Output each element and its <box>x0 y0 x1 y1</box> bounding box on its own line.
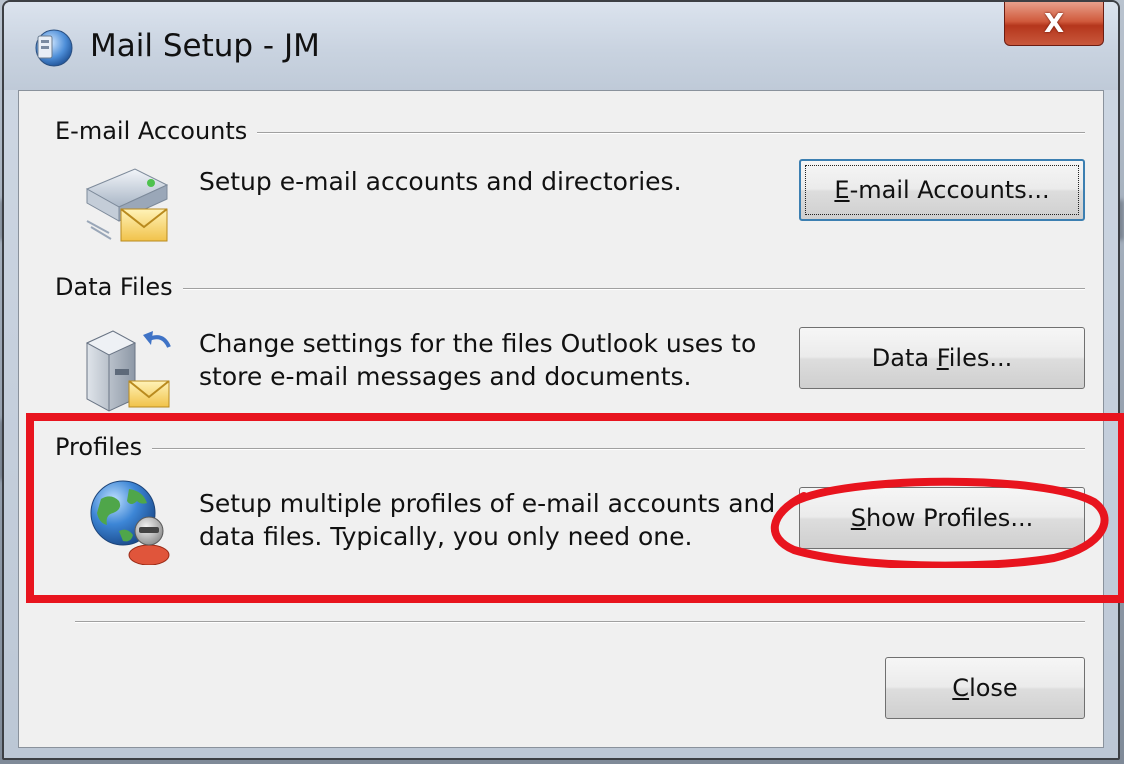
section-divider <box>55 448 1085 450</box>
close-button[interactable]: Close <box>885 657 1085 719</box>
profiles-description-line: Setup multiple profiles of e-mail accoun… <box>199 489 776 518</box>
data-files-button[interactable]: Data Files... <box>799 327 1085 389</box>
close-icon: X <box>1043 8 1065 39</box>
dialog-client-area: E-mail Accounts Setup e-mail accounts an… <box>18 90 1104 748</box>
email-accounts-icon <box>85 168 169 242</box>
email-accounts-button[interactable]: E-mail Accounts... <box>799 159 1085 221</box>
mail-setup-window: Mail Setup - JM X E-mail Accounts Setup … <box>2 0 1120 760</box>
focus-ring <box>805 165 1079 215</box>
window-close-button[interactable]: X <box>1004 2 1104 46</box>
show-profiles-button-label: Show Profiles... <box>850 504 1034 532</box>
profiles-icon <box>90 480 170 565</box>
data-files-description: Change settings for the files Outlook us… <box>199 327 756 393</box>
data-files-icon <box>85 330 171 412</box>
section-label-email-accounts: E-mail Accounts <box>55 117 258 145</box>
data-files-button-label: Data Files... <box>871 344 1013 372</box>
title-bar[interactable]: Mail Setup - JM X <box>4 2 1118 90</box>
mail-setup-app-icon <box>35 29 73 67</box>
show-profiles-button[interactable]: Show Profiles... <box>799 487 1085 549</box>
section-divider <box>55 288 1085 290</box>
profiles-description-line: data files. Typically, you only need one… <box>199 522 693 551</box>
email-accounts-description: Setup e-mail accounts and directories. <box>199 167 682 196</box>
data-files-description-line: Change settings for the files Outlook us… <box>199 329 757 358</box>
section-label-profiles: Profiles <box>55 433 153 461</box>
section-label-data-files: Data Files <box>55 273 183 301</box>
footer-divider <box>75 621 1085 623</box>
close-button-label: Close <box>952 674 1018 702</box>
window-title: Mail Setup - JM <box>90 28 320 64</box>
data-files-description-line: store e-mail messages and documents. <box>199 362 692 391</box>
profiles-description: Setup multiple profiles of e-mail accoun… <box>199 487 775 553</box>
